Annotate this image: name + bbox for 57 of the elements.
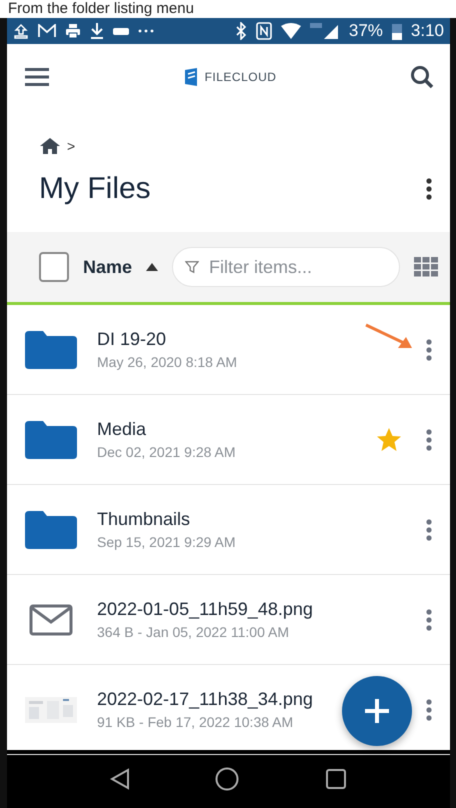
add-button[interactable] [342, 676, 412, 746]
file-row[interactable]: DI 19-20 May 26, 2020 8:18 AM [7, 305, 450, 395]
more-icon [426, 338, 432, 360]
file-row[interactable]: Thumbnails Sep 15, 2021 9:29 AM [7, 485, 450, 575]
breadcrumb-separator: > [67, 138, 76, 154]
more-icon [138, 29, 154, 33]
mail-icon [38, 24, 56, 38]
square-icon [325, 768, 348, 790]
filter-input[interactable]: Filter items... [206, 256, 387, 278]
more-icon [426, 428, 432, 450]
download-icon [90, 22, 104, 40]
file-meta: Sep 15, 2021 9:29 AM [97, 534, 237, 550]
back-icon [110, 768, 130, 790]
logo-icon [182, 68, 199, 86]
file-meta: Dec 02, 2021 9:28 AM [97, 444, 237, 460]
search-icon[interactable] [410, 65, 434, 89]
file-name: 2022-02-17_11h38_34.png [97, 689, 314, 710]
bluetooth-icon [234, 22, 247, 40]
file-meta: May 26, 2020 8:18 AM [97, 354, 238, 370]
nfc-icon [256, 22, 272, 40]
back-button[interactable] [110, 768, 130, 790]
wifi-icon [280, 23, 301, 39]
more-icon [426, 698, 432, 720]
file-name: 2022-01-05_11h59_48.png [97, 599, 314, 620]
more-icon [426, 518, 432, 540]
file-name: Thumbnails [97, 509, 192, 530]
caption: From the folder listing menu [7, 0, 195, 18]
select-all-checkbox[interactable] [39, 252, 69, 282]
menu-icon[interactable] [25, 68, 49, 86]
printer-icon [65, 23, 81, 39]
home-button[interactable] [215, 767, 240, 791]
battery-icon [392, 22, 402, 40]
more-icon [426, 178, 432, 200]
filter-field[interactable]: Filter items... [172, 247, 400, 287]
folder-icon [25, 330, 77, 368]
filter-icon [185, 259, 199, 275]
clock: 3:10 [410, 21, 444, 41]
logo-text: FILECLOUD [204, 70, 276, 84]
sort-button[interactable]: Name [83, 256, 158, 278]
signal-icon [310, 22, 340, 40]
file-meta: 91 KB - Feb 17, 2022 10:38 AM [97, 714, 294, 730]
battery-level: 37% [348, 21, 383, 41]
home-icon[interactable] [39, 137, 61, 155]
grid-view-icon[interactable] [414, 257, 438, 277]
file-row[interactable]: 2022-01-05_11h59_48.png 364 B - Jan 05, 2022 11:00 AM [7, 575, 450, 665]
file-row[interactable]: Media Dec 02, 2021 9:28 AM [7, 395, 450, 485]
recents-button[interactable] [325, 768, 348, 790]
file-name: Media [97, 419, 148, 440]
page-title: My Files [39, 172, 151, 206]
upload-icon [13, 23, 29, 39]
folder-icon [25, 510, 77, 548]
folder-icon [25, 420, 77, 458]
home-circle-icon [215, 767, 240, 791]
plus-icon [364, 698, 390, 724]
file-meta: 364 B - Jan 05, 2022 11:00 AM [97, 624, 290, 640]
file-name: DI 19-20 [97, 329, 168, 350]
more-icon [426, 608, 432, 630]
